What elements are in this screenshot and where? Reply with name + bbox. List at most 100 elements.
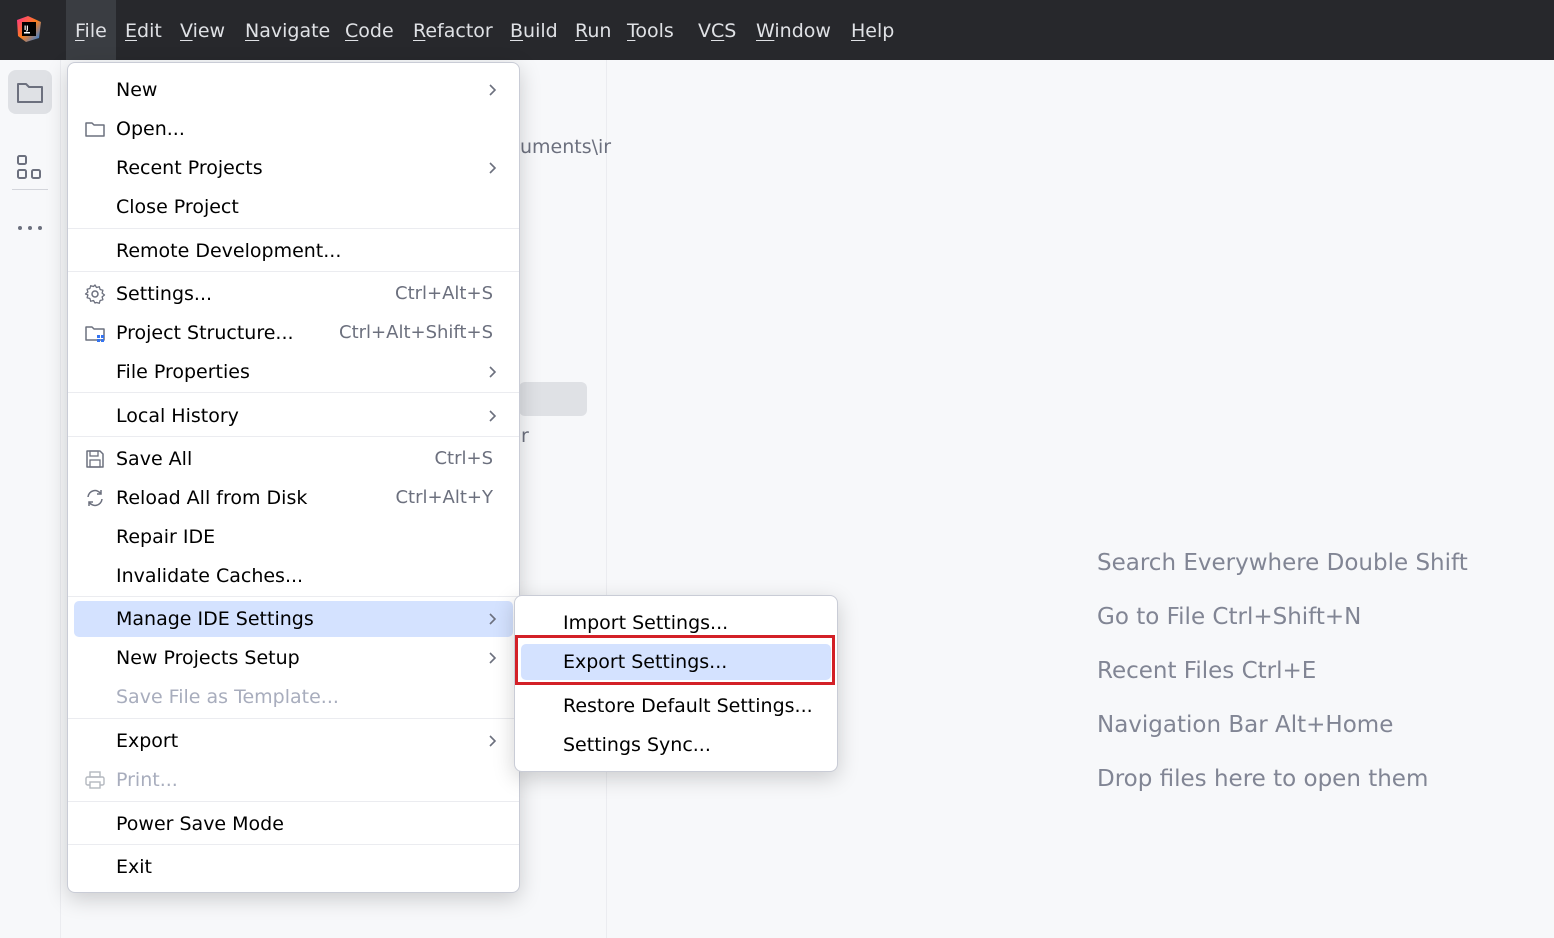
menu-code[interactable]: Code	[345, 16, 394, 46]
menu-item-save-all[interactable]: Save All Ctrl+S	[74, 441, 513, 477]
intellij-logo-icon: IJ	[17, 16, 41, 42]
selected-project-row[interactable]	[519, 382, 587, 416]
file-menu: New Open... Recent Projects Close Projec…	[67, 62, 520, 893]
menu-separator	[68, 596, 519, 597]
chevron-right-icon	[489, 84, 497, 96]
menu-item-label: New	[116, 79, 158, 101]
submenu-item-label: Import Settings...	[563, 612, 729, 634]
menu-separator	[68, 228, 519, 229]
menu-separator	[68, 718, 519, 719]
menu-separator	[68, 844, 519, 845]
menu-item-label: File Properties	[116, 361, 250, 383]
menu-item-print: Print...	[74, 762, 513, 798]
structure-icon	[17, 155, 41, 179]
menu-item-label: Close Project	[116, 196, 239, 218]
menu-item-file-properties[interactable]: File Properties	[74, 354, 513, 390]
submenu-item-label: Settings Sync...	[563, 734, 711, 756]
folder-icon	[17, 83, 43, 103]
hint-recent-files: Recent Files Ctrl+E	[1097, 658, 1317, 684]
hint-search-everywhere: Search Everywhere Double Shift	[1097, 550, 1468, 576]
menu-item-invalidate-caches[interactable]: Invalidate Caches...	[74, 558, 513, 594]
refresh-icon	[87, 489, 103, 507]
menu-item-shortcut: Ctrl+Alt+Shift+S	[339, 322, 493, 343]
menu-item-new[interactable]: New	[74, 72, 513, 108]
submenu-item-settings-sync[interactable]: Settings Sync...	[521, 727, 831, 763]
menu-separator	[68, 271, 519, 272]
menu-help[interactable]: Help	[851, 16, 894, 46]
menu-view[interactable]: View	[180, 16, 225, 46]
project-tool-button[interactable]	[8, 70, 52, 114]
menu-refactor[interactable]: Refactor	[413, 16, 493, 46]
chevron-right-icon	[489, 162, 497, 174]
more-tools-button[interactable]	[8, 206, 52, 250]
menu-item-project-structure[interactable]: Project Structure... Ctrl+Alt+Shift+S	[74, 315, 513, 351]
menu-item-label: Recent Projects	[116, 157, 263, 179]
more-icon	[18, 226, 42, 230]
menu-item-repair-ide[interactable]: Repair IDE	[74, 519, 513, 555]
menu-item-label: Exit	[116, 856, 152, 878]
submenu-item-label: Restore Default Settings...	[563, 695, 813, 717]
chevron-right-icon	[489, 366, 497, 378]
menu-item-label: Print...	[116, 769, 178, 791]
menu-run[interactable]: Run	[575, 16, 611, 46]
project-row-fragment: r	[521, 425, 529, 447]
menu-item-new-projects-setup[interactable]: New Projects Setup	[74, 640, 513, 676]
menu-item-local-history[interactable]: Local History	[74, 398, 513, 434]
menu-vcs[interactable]: VCS	[698, 16, 736, 46]
menu-item-label: Invalidate Caches...	[116, 565, 304, 587]
menu-item-shortcut: Ctrl+S	[434, 448, 493, 469]
menu-item-shortcut: Ctrl+Alt+S	[395, 283, 493, 304]
menu-item-label: Settings...	[116, 283, 213, 305]
menu-item-label: Open...	[116, 118, 185, 140]
menu-item-open[interactable]: Open...	[74, 111, 513, 147]
menu-item-reload-all[interactable]: Reload All from Disk Ctrl+Alt+Y	[74, 480, 513, 516]
printer-icon	[85, 771, 105, 789]
tool-window-strip	[0, 60, 61, 938]
menu-build[interactable]: Build	[510, 16, 558, 46]
menu-window[interactable]: Window	[756, 16, 831, 46]
menu-item-label: Project Structure...	[116, 322, 294, 344]
chevron-right-icon	[489, 735, 497, 747]
menu-item-label: Local History	[116, 405, 239, 427]
project-path-fragment: uments\ir	[520, 136, 612, 158]
project-structure-icon	[85, 326, 105, 342]
menu-edit[interactable]: Edit	[125, 16, 162, 46]
menu-separator	[68, 801, 519, 802]
chevron-right-icon	[489, 613, 497, 625]
menu-item-close-project[interactable]: Close Project	[74, 189, 513, 225]
chevron-right-icon	[489, 652, 497, 664]
menu-item-remote-development[interactable]: Remote Development...	[74, 233, 513, 269]
menu-item-label: New Projects Setup	[116, 647, 300, 669]
menu-item-power-save-mode[interactable]: Power Save Mode	[74, 806, 513, 842]
folder-icon	[85, 122, 105, 137]
chevron-right-icon	[489, 410, 497, 422]
save-icon	[86, 450, 104, 468]
hint-drop-files: Drop files here to open them	[1097, 766, 1429, 792]
menu-item-label: Remote Development...	[116, 240, 342, 262]
menu-item-label: Manage IDE Settings	[116, 608, 314, 630]
menu-item-label: Save File as Template...	[116, 686, 339, 708]
menu-item-label: Repair IDE	[116, 526, 216, 548]
menu-item-save-as-template: Save File as Template...	[74, 679, 513, 715]
main-menubar: IJ File Edit View Navigate Code Refactor…	[0, 0, 1554, 60]
menu-item-label: Power Save Mode	[116, 813, 284, 835]
menu-item-manage-ide-settings[interactable]: Manage IDE Settings	[74, 601, 513, 637]
menu-item-recent-projects[interactable]: Recent Projects	[74, 150, 513, 186]
gear-icon	[84, 284, 106, 304]
menu-item-settings[interactable]: Settings... Ctrl+Alt+S	[74, 276, 513, 312]
hint-go-to-file: Go to File Ctrl+Shift+N	[1097, 604, 1362, 630]
menu-item-export[interactable]: Export	[74, 723, 513, 759]
menu-item-exit[interactable]: Exit	[74, 849, 513, 885]
hint-navigation-bar: Navigation Bar Alt+Home	[1097, 712, 1394, 738]
submenu-item-restore-default-settings[interactable]: Restore Default Settings...	[521, 688, 831, 724]
menu-navigate[interactable]: Navigate	[245, 16, 330, 46]
menu-item-label: Reload All from Disk	[116, 487, 308, 509]
menu-file[interactable]: File	[75, 16, 107, 46]
menu-tools[interactable]: Tools	[627, 16, 674, 46]
structure-tool-button[interactable]	[8, 146, 52, 190]
highlight-callout	[515, 635, 835, 685]
menu-separator	[68, 436, 519, 437]
menu-item-label: Save All	[116, 448, 193, 470]
menu-item-label: Export	[116, 730, 179, 752]
menu-item-shortcut: Ctrl+Alt+Y	[395, 487, 493, 508]
